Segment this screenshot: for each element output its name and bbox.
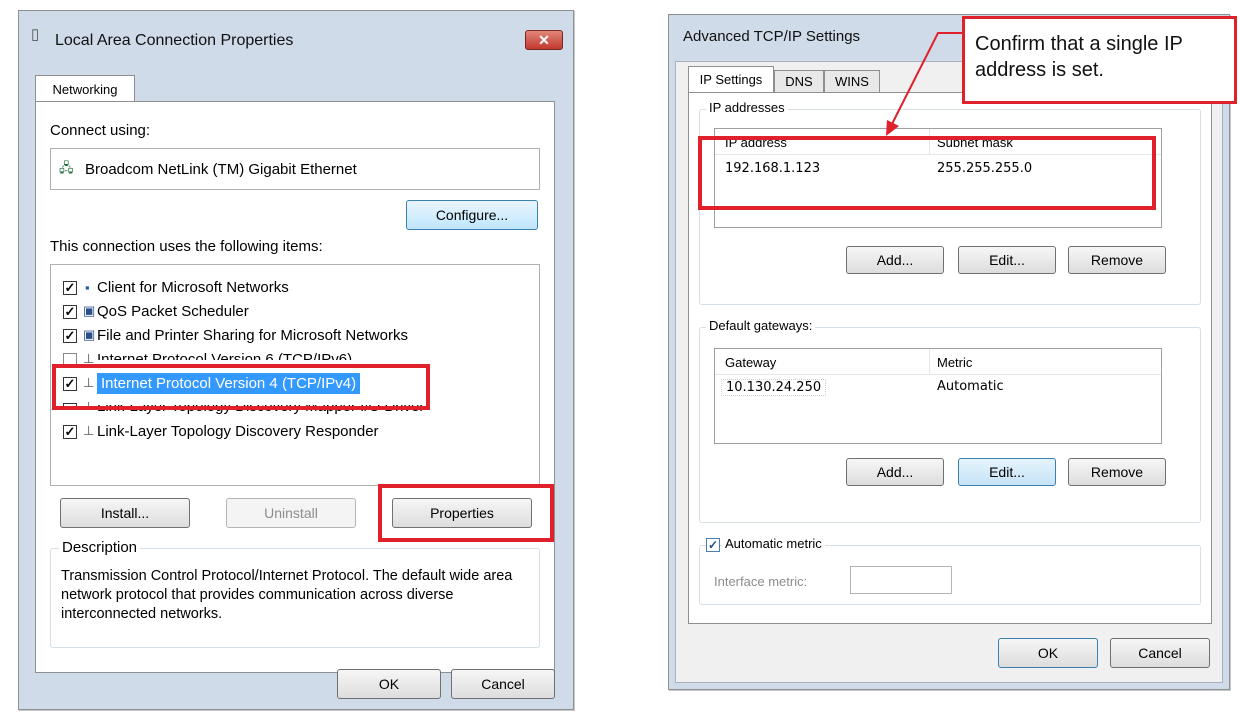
interface-metric-input[interactable]	[850, 566, 952, 594]
install-button[interactable]: Install...	[60, 498, 190, 528]
list-item[interactable]: Client for Microsoft Networks	[97, 279, 289, 296]
ok-button[interactable]: OK	[998, 638, 1098, 668]
item-checkbox[interactable]: ✓	[63, 425, 77, 439]
dialog-title: Advanced TCP/IP Settings	[683, 28, 861, 45]
ip-add-button[interactable]: Add...	[846, 246, 944, 274]
close-button[interactable]: ✕	[525, 30, 563, 50]
automatic-metric-group: ✓ Automatic metric Interface metric:	[699, 536, 1201, 605]
ip-edit-button[interactable]: Edit...	[958, 246, 1056, 274]
connect-using-label: Connect using:	[50, 122, 151, 139]
list-item[interactable]: File and Printer Sharing for Microsoft N…	[97, 327, 408, 344]
list-item[interactable]: QoS Packet Scheduler	[97, 303, 249, 320]
gateway-add-button[interactable]: Add...	[846, 458, 944, 486]
default-gateways-group: Default gateways: Gateway Metric 10.130.…	[699, 318, 1201, 523]
default-gateways-label: Default gateways:	[706, 318, 816, 333]
interface-metric-label: Interface metric:	[714, 574, 808, 589]
dialog-body: Networking Connect using: 🖧 Broadcom Net…	[25, 65, 567, 705]
advanced-tcpip-settings-dialog: Advanced TCP/IP Settings ✕ IP Settings D…	[668, 14, 1230, 690]
ipv4-highlight-box	[52, 364, 430, 410]
cancel-button[interactable]: Cancel	[1110, 638, 1210, 668]
adapter-box: 🖧 Broadcom NetLink (TM) Gigabit Ethernet	[50, 148, 540, 190]
close-icon: ✕	[538, 32, 550, 48]
item-checkbox[interactable]: ✓	[63, 305, 77, 319]
ok-button[interactable]: OK	[337, 669, 441, 699]
file-sharing-icon: ▣	[83, 327, 96, 342]
properties-highlight-box	[378, 484, 554, 542]
metric-value: Automatic	[937, 379, 1004, 394]
dialog-title: Local Area Connection Properties	[55, 32, 294, 49]
description-group: Description Transmission Control Protoco…	[50, 539, 540, 648]
cancel-button[interactable]: Cancel	[451, 669, 555, 699]
configure-button[interactable]: Configure...	[406, 200, 538, 230]
list-item[interactable]: Internet Protocol Version 6 (TCP/IPv6)	[97, 351, 352, 360]
tab-networking[interactable]: Networking	[35, 75, 135, 102]
automatic-metric-checkbox[interactable]: ✓	[706, 538, 720, 552]
ip-table-highlight-box	[698, 136, 1156, 210]
local-area-connection-properties-dialog: ▯ Local Area Connection Properties ✕ Net…	[18, 10, 574, 710]
uninstall-button[interactable]: Uninstall	[226, 498, 356, 528]
ip-addresses-group: IP addresses IP address Subnet mask 192.…	[698, 100, 1201, 305]
dialog-body: IP Settings DNS WINS IP addresses IP add…	[675, 61, 1223, 683]
network-card-icon: 🖧	[59, 160, 74, 175]
description-label: Description	[59, 539, 141, 556]
client-network-icon: ▪	[85, 280, 90, 295]
tab-content: IP addresses IP address Subnet mask 192.…	[688, 92, 1212, 624]
item-checkbox[interactable]: ✓	[63, 281, 77, 295]
adapter-name: Broadcom NetLink (TM) Gigabit Ethernet	[85, 161, 357, 178]
table-row[interactable]: 10.130.24.250 Automatic	[715, 377, 1161, 399]
column-header-gateway[interactable]: Gateway	[725, 355, 776, 370]
tab-ip-settings[interactable]: IP Settings	[688, 66, 774, 92]
ip-remove-button[interactable]: Remove	[1068, 246, 1166, 274]
gateway-value: 10.130.24.250	[721, 379, 827, 396]
items-label: This connection uses the following items…	[50, 238, 323, 255]
item-checkbox[interactable]: ✓	[63, 329, 77, 343]
gateway-edit-button[interactable]: Edit...	[958, 458, 1056, 486]
description-text: Transmission Control Protocol/Internet P…	[61, 568, 513, 622]
column-header-metric[interactable]: Metric	[937, 355, 972, 370]
network-adapter-icon: ▯	[31, 26, 40, 43]
callout-text: Confirm that a single IP address is set.	[975, 33, 1183, 81]
table-header: Gateway Metric	[715, 349, 1161, 375]
gateway-remove-button[interactable]: Remove	[1068, 458, 1166, 486]
protocol-icon: ⊥	[83, 423, 95, 438]
tab-content: Connect using: 🖧 Broadcom NetLink (TM) G…	[35, 101, 555, 673]
gateway-table: Gateway Metric 10.130.24.250 Automatic	[714, 348, 1162, 444]
tab-dns[interactable]: DNS	[774, 70, 824, 92]
ip-addresses-label: IP addresses	[706, 100, 788, 115]
automatic-metric-label[interactable]: Automatic metric	[722, 536, 825, 551]
tab-wins[interactable]: WINS	[824, 70, 880, 92]
callout-box: Confirm that a single IP address is set.	[962, 16, 1237, 104]
list-item[interactable]: Link-Layer Topology Discovery Responder	[97, 423, 379, 440]
scheduler-icon: ▣	[83, 303, 96, 318]
